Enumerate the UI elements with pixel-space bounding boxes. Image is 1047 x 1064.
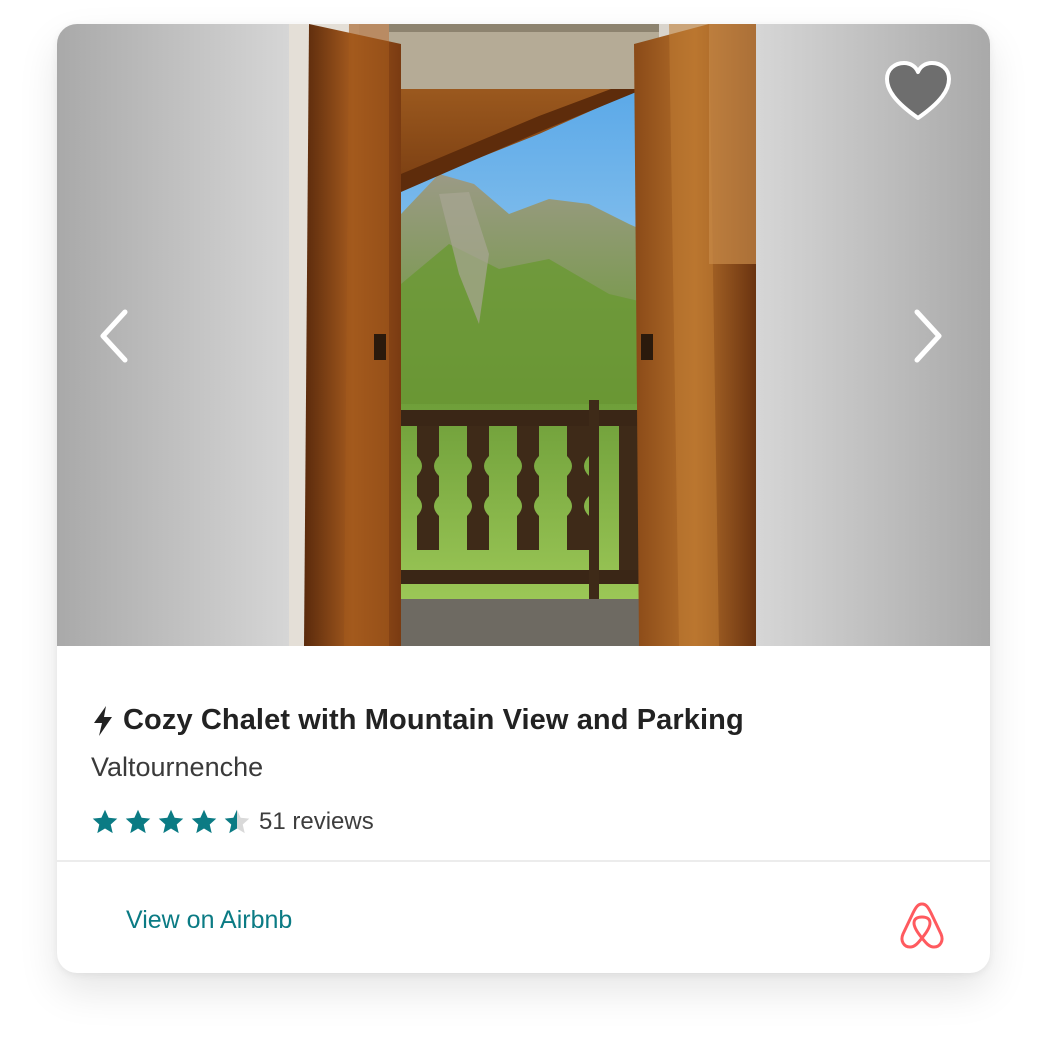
card-footer: View on Airbnb	[57, 862, 990, 973]
previous-photo-button[interactable]	[93, 304, 143, 368]
title-row: Cozy Chalet with Mountain View and Parki…	[91, 704, 744, 737]
rating: 51 reviews	[91, 808, 374, 836]
star-icon	[158, 809, 184, 834]
favorite-button[interactable]	[883, 60, 953, 124]
chevron-left-icon	[100, 309, 128, 363]
listing-location: Valtournenche	[91, 752, 264, 782]
half-star-icon	[224, 809, 250, 834]
view-on-airbnb-link[interactable]: View on Airbnb	[126, 906, 292, 935]
chevron-right-icon	[914, 309, 942, 363]
listing-photo	[289, 24, 756, 646]
airbnb-logo-icon	[900, 902, 944, 949]
listing-card: Cozy Chalet with Mountain View and Parki…	[57, 24, 990, 973]
star-icon	[191, 809, 217, 834]
listing-title: Cozy Chalet with Mountain View and Parki…	[123, 704, 744, 736]
next-photo-button[interactable]	[903, 304, 953, 368]
star-icon	[125, 809, 151, 834]
photo-gallery	[57, 24, 990, 646]
heart-icon	[885, 61, 951, 120]
listing-info: Cozy Chalet with Mountain View and Parki…	[57, 646, 990, 860]
reviews-count: 51 reviews	[259, 808, 374, 835]
lightning-bolt-icon	[94, 705, 112, 736]
star-icon	[92, 809, 118, 834]
